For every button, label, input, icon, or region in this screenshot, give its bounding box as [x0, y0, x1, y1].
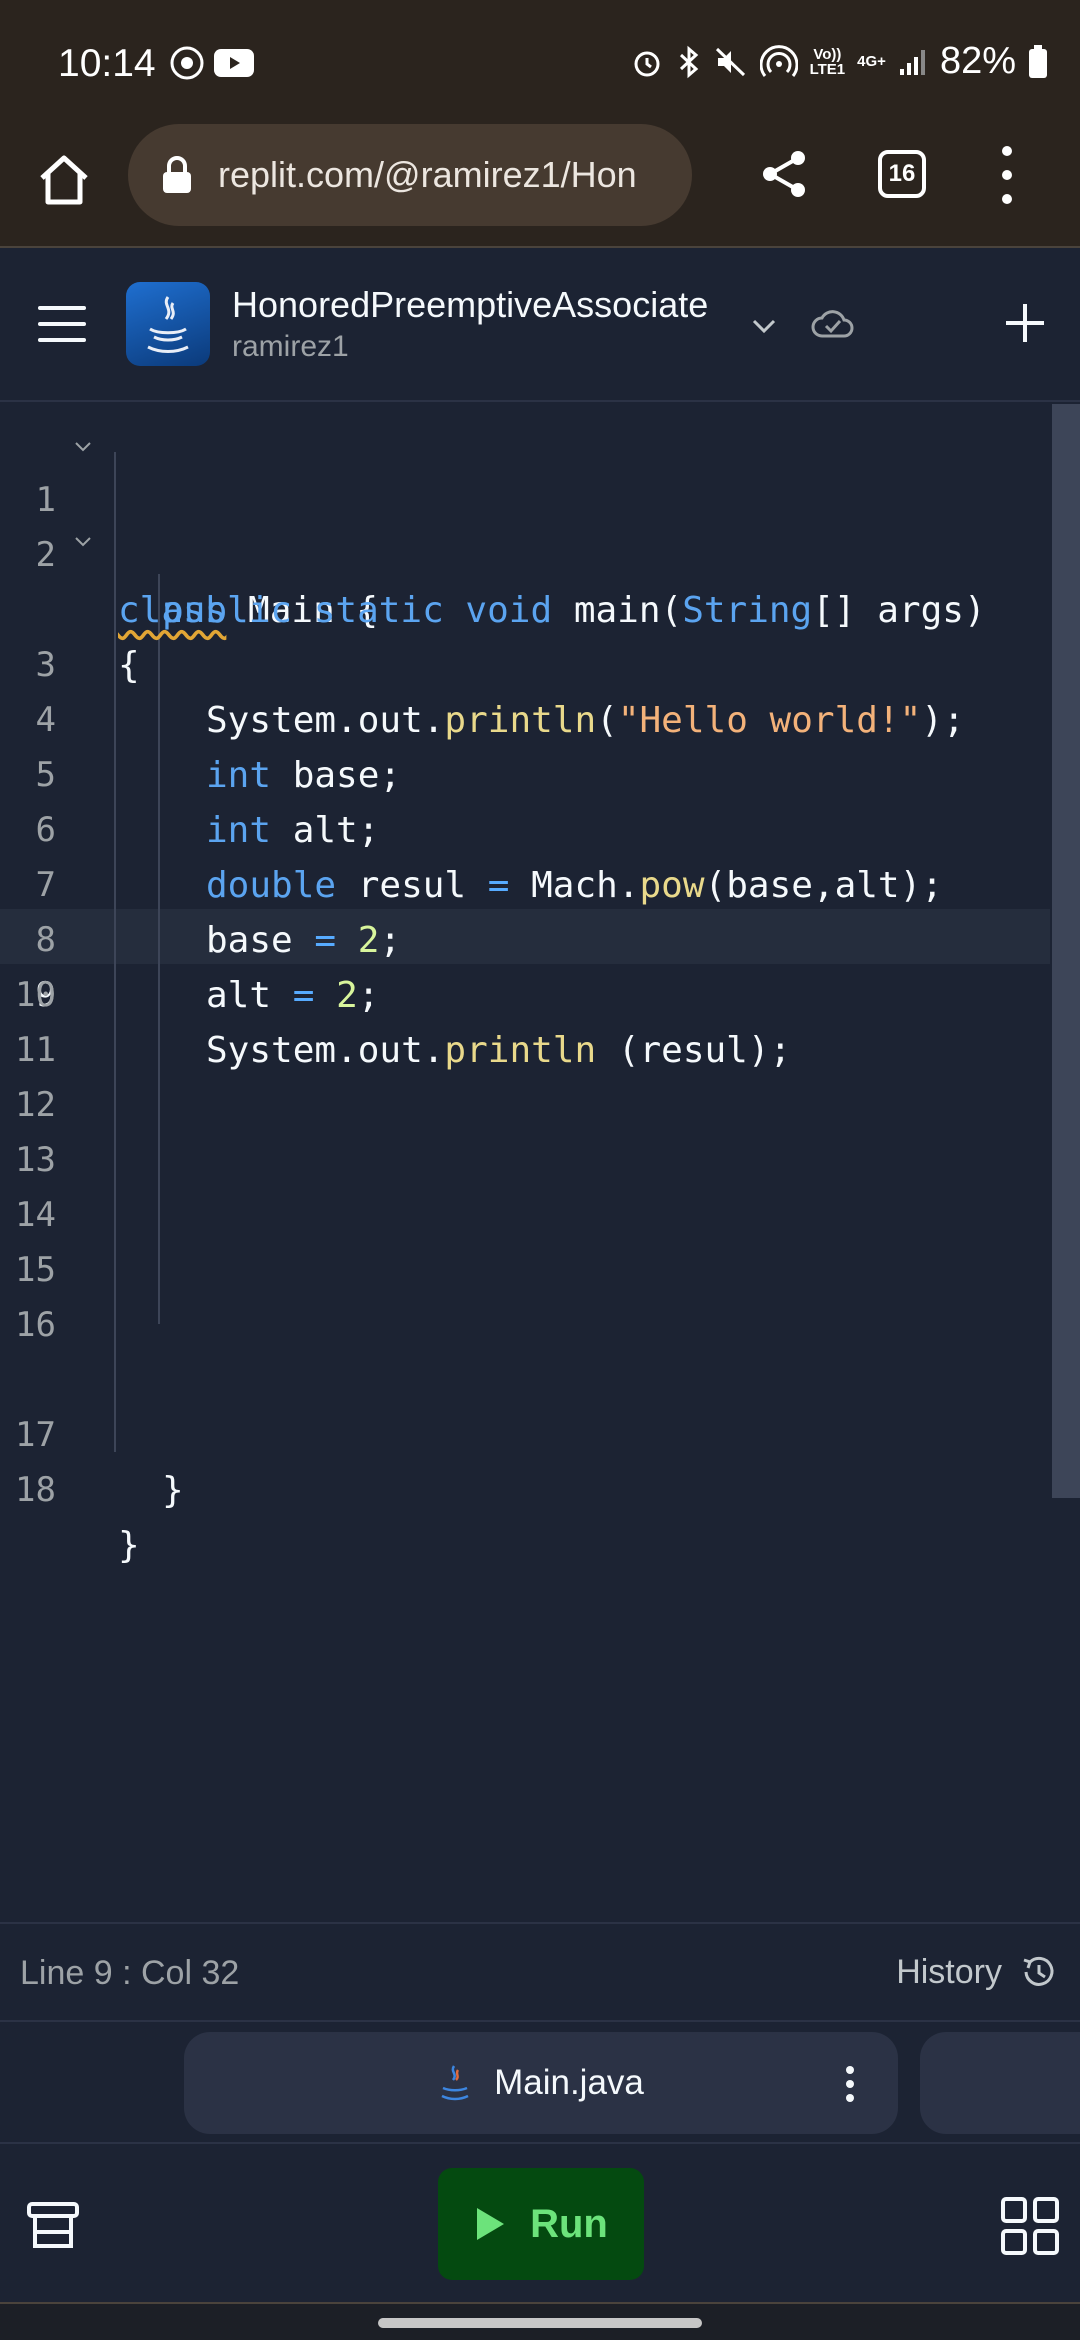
grid-icon[interactable] — [1000, 2196, 1060, 2256]
code-line[interactable]: 18 } — [0, 1408, 1050, 1566]
browser-menu-icon[interactable] — [990, 146, 1024, 204]
code-line[interactable]: 4 int base; — [0, 638, 1050, 796]
code-line[interactable]: 1 class Main { — [0, 418, 1050, 631]
status-time: 10:14 — [58, 42, 156, 85]
bluetooth-icon — [679, 45, 698, 78]
history-label: History — [896, 1952, 1002, 1991]
home-icon[interactable] — [36, 152, 92, 208]
line-number: 12 — [15, 1085, 56, 1125]
line-number: 18 — [15, 1470, 56, 1510]
line-number: 15 — [15, 1250, 56, 1290]
repl-name[interactable]: HonoredPreemptiveAssociate — [232, 284, 708, 326]
code-line[interactable]: 5 int alt; — [0, 693, 1050, 851]
fold-chevron-icon[interactable] — [72, 435, 94, 457]
code-line[interactable]: 16 — [0, 1298, 1050, 1353]
plus-icon[interactable] — [1004, 302, 1046, 344]
lock-icon — [163, 156, 191, 193]
line-number: 11 — [15, 1030, 56, 1070]
mute-icon — [715, 47, 745, 76]
layers-icon[interactable] — [26, 2198, 80, 2252]
run-button[interactable]: Run — [438, 2168, 644, 2280]
share-icon[interactable] — [758, 148, 810, 200]
address-bar[interactable]: replit.com/@ramirez1/Hon — [128, 124, 692, 226]
chrome-icon — [170, 46, 204, 80]
repl-owner[interactable]: ramirez1 — [232, 330, 349, 364]
status-bar: 10:14 Vo)) LTE1 4G+ 82% — [0, 0, 1080, 124]
code-line[interactable]: 2 public static void main(String[] args) — [0, 473, 1050, 631]
code-editor[interactable]: 1 class Main { 2 public static void main… — [0, 404, 1080, 1924]
code-line[interactable]: 15 — [0, 1243, 1050, 1298]
history-button[interactable]: History — [896, 1952, 1058, 1992]
system-nav-bar — [0, 2302, 1080, 2340]
code-line[interactable]: 11 — [0, 1023, 1050, 1078]
editor-scrollbar[interactable] — [1052, 404, 1080, 1498]
tab-switcher-button[interactable]: 16 — [878, 150, 926, 198]
bottom-toolbar: Run — [0, 2146, 1080, 2302]
chevron-down-icon[interactable] — [748, 310, 780, 342]
code-line[interactable]: 3 System.out.println("Hello world!"); — [0, 583, 1050, 741]
file-tab-next[interactable] — [920, 2032, 1080, 2134]
code-line[interactable]: 17 } — [0, 1353, 1050, 1511]
repl-header: HonoredPreemptiveAssociate ramirez1 — [0, 250, 1080, 402]
url-text: replit.com/@ramirez1/Hon — [218, 154, 637, 195]
line-number: 10 — [15, 975, 56, 1015]
editor-status-row: Line 9 : Col 32 History — [0, 1922, 1080, 2022]
cursor-position: Line 9 : Col 32 — [20, 1954, 240, 1992]
code-line[interactable]: 14 — [0, 1188, 1050, 1243]
alarm-icon — [634, 51, 660, 76]
battery-percent: 82% — [939, 40, 1016, 82]
code-line-active[interactable]: 9 System.out.println (resul); — [0, 913, 1050, 1071]
code-line[interactable]: 8 alt = 2; — [0, 858, 1050, 1016]
code-line[interactable]: 10 — [0, 968, 1050, 1023]
fold-chevron-icon[interactable] — [72, 530, 94, 552]
cloud-check-icon[interactable] — [810, 306, 854, 342]
line-number: 16 — [15, 1305, 56, 1345]
play-icon — [477, 2208, 505, 2240]
code-line[interactable]: 12 — [0, 1078, 1050, 1133]
signal-icon — [899, 49, 925, 75]
file-tab-label: Main.java — [494, 2063, 644, 2102]
youtube-icon — [214, 49, 254, 77]
line-number: 13 — [15, 1140, 56, 1180]
code-line[interactable]: 7 base = 2; — [0, 803, 1050, 961]
home-gesture-pill[interactable] — [378, 2318, 702, 2328]
code-line-wrap[interactable]: { — [0, 528, 1050, 686]
run-label: Run — [530, 2201, 608, 2246]
code-line[interactable]: 6 double resul = Mach.pow(base,alt); — [0, 748, 1050, 906]
file-tab-menu-icon[interactable] — [846, 2066, 856, 2102]
hotspot-icon — [759, 44, 798, 77]
history-icon — [1023, 1956, 1054, 1986]
java-file-icon — [441, 2065, 469, 2101]
network-type: 4G+ — [857, 53, 886, 70]
line-number: 14 — [15, 1195, 56, 1235]
java-icon — [126, 282, 210, 366]
browser-toolbar: replit.com/@ramirez1/Hon 16 — [0, 124, 1080, 248]
file-tabs: Main.java — [0, 2024, 1080, 2144]
file-tab-main-java[interactable]: Main.java — [184, 2032, 898, 2134]
code-line[interactable]: 13 — [0, 1133, 1050, 1188]
hamburger-icon[interactable] — [38, 306, 86, 342]
battery-icon — [1029, 44, 1047, 78]
